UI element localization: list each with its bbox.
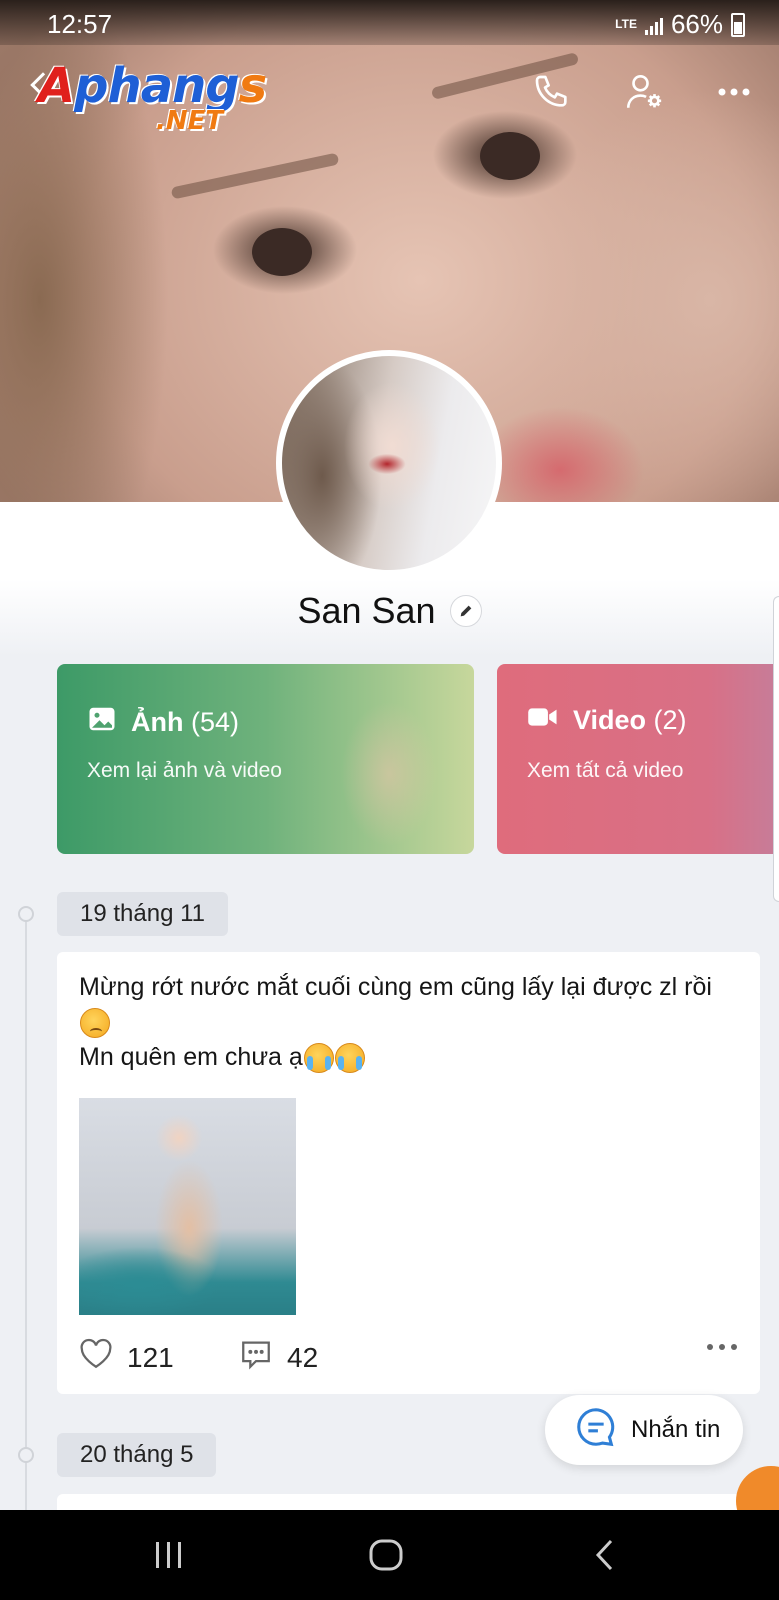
message-button-label: Nhắn tin: [631, 1416, 721, 1443]
photos-card-title: Ảnh (54): [87, 704, 239, 741]
recents-icon[interactable]: [144, 1532, 194, 1578]
post-more-icon[interactable]: [705, 1342, 739, 1352]
heart-icon: [79, 1338, 113, 1377]
like-count: 121: [127, 1341, 174, 1373]
comment-button[interactable]: 42: [239, 1338, 318, 1377]
post-text-line2: Mn quên em chưa ạ: [79, 1043, 303, 1071]
watermark-main: Aphangs: [38, 58, 267, 114]
videos-card[interactable]: Video (2) Xem tất cả video: [497, 664, 779, 854]
comment-icon: [239, 1338, 273, 1377]
photos-subtitle: Xem lại ảnh và video: [87, 759, 282, 782]
image-icon: [87, 704, 117, 741]
photos-count: (54): [191, 707, 240, 737]
post-text-line1: Mừng rớt nước mắt cuối cùng em cũng lấy …: [79, 973, 712, 1001]
battery-icon: [731, 12, 745, 37]
pleading-face-emoji: [80, 1008, 110, 1039]
cover-detail: [252, 228, 312, 276]
more-icon[interactable]: [708, 66, 760, 118]
post-actions: 121 42: [79, 1338, 739, 1378]
videos-count: (2): [653, 705, 687, 735]
status-bar: 12:57 LTE 66%: [0, 0, 779, 45]
system-nav-bar: [0, 1510, 779, 1600]
videos-card-title: Video (2): [527, 704, 687, 737]
date-pill: 19 tháng 11: [57, 892, 229, 936]
videos-subtitle: Xem tất cả video: [527, 759, 684, 782]
post-photo[interactable]: [79, 1098, 296, 1315]
nav-back-icon[interactable]: [580, 1532, 630, 1578]
timeline-dot: [18, 906, 34, 922]
date-pill: 20 tháng 5: [57, 1433, 217, 1477]
post-text: Mừng rớt nước mắt cuối cùng em cũng lấy …: [79, 970, 729, 1075]
timeline-post[interactable]: Mừng rớt nước mắt cuối cùng em cũng lấy …: [57, 952, 760, 1394]
video-camera-icon: [527, 704, 559, 737]
watermark-suffix: .NET: [156, 106, 224, 136]
watermark-logo: Aphangs .NET: [38, 58, 267, 136]
crying-face-emoji: [303, 1043, 334, 1074]
network-type: LTE: [615, 17, 637, 31]
profile-name: San San: [297, 590, 436, 631]
comment-count: 42: [287, 1341, 319, 1373]
photos-card[interactable]: Ảnh (54) Xem lại ảnh và video: [57, 664, 474, 854]
timeline-dot: [18, 1447, 34, 1463]
user-settings-icon[interactable]: [618, 66, 670, 118]
crying-face-emoji: [334, 1043, 365, 1074]
side-drawer-handle[interactable]: [773, 596, 779, 902]
status-indicators: LTE 66%: [615, 9, 745, 40]
timeline-line: [25, 912, 27, 1512]
cover-detail: [170, 152, 340, 200]
home-icon[interactable]: [361, 1532, 411, 1578]
battery-percent: 66%: [670, 9, 723, 39]
cover-detail: [480, 132, 540, 180]
message-icon: [573, 1404, 619, 1457]
signal-icon: [644, 15, 663, 35]
message-button[interactable]: Nhắn tin: [545, 1395, 743, 1465]
edit-icon[interactable]: [449, 595, 482, 627]
status-time: 12:57: [47, 9, 113, 39]
photos-label: Ảnh: [131, 707, 184, 737]
videos-label: Video: [573, 705, 647, 735]
phone-icon[interactable]: [526, 66, 578, 118]
like-button[interactable]: 121: [79, 1338, 174, 1377]
avatar[interactable]: [276, 350, 502, 576]
profile-name-row: San San: [0, 590, 779, 632]
